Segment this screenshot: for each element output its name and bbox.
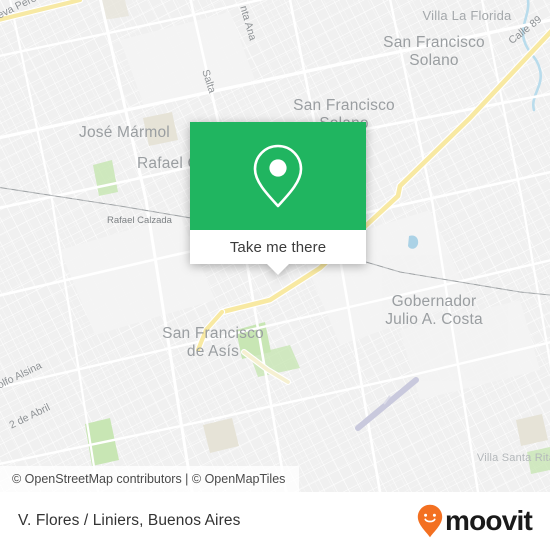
- map-popup-card[interactable]: Take me there: [190, 122, 366, 275]
- popup-footer[interactable]: Take me there: [190, 230, 366, 275]
- take-me-there-button[interactable]: Take me there: [230, 239, 326, 256]
- attribution-text: © OpenStreetMap contributors | © OpenMap…: [12, 472, 286, 486]
- map-pin-icon: [253, 144, 303, 208]
- moovit-map-screenshot: Villa La Florida San Francisco Solano San…: [0, 0, 550, 550]
- location-title: V. Flores / Liniers, Buenos Aires: [18, 512, 241, 529]
- brand-wordmark: moovit: [445, 505, 533, 536]
- map-attribution: © OpenStreetMap contributors | © OpenMap…: [0, 466, 300, 492]
- map-canvas[interactable]: Villa La Florida San Francisco Solano San…: [0, 0, 550, 492]
- popup-header: [190, 122, 366, 230]
- moovit-logo[interactable]: moovit: [417, 504, 533, 538]
- page-footer: V. Flores / Liniers, Buenos Aires moovit: [0, 492, 550, 550]
- popup-pointer-tip: [267, 264, 289, 275]
- moovit-pin-smiley-icon: [417, 504, 443, 538]
